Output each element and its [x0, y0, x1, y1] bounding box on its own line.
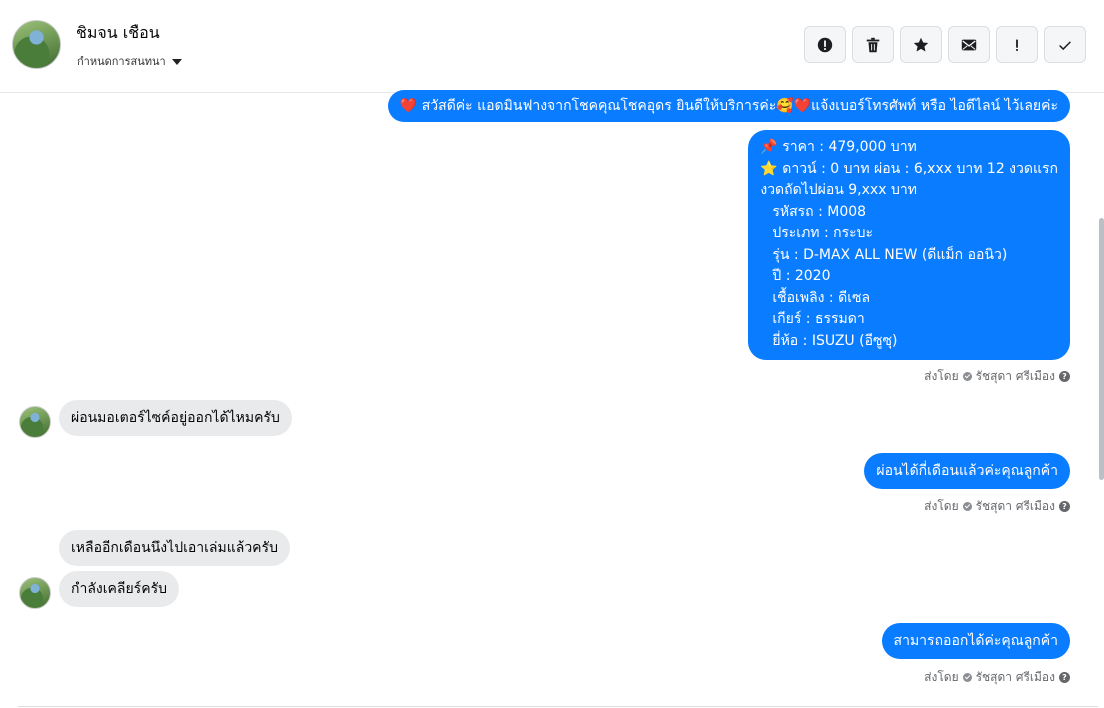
message-line: เชื้อเพลิง : ดีเซล: [772, 289, 871, 306]
exclamation-icon: [1016, 39, 1018, 51]
outgoing-message[interactable]: สามารถออกได้ค่ะคุณลูกค้า: [881, 623, 1070, 659]
message-line: 📌 ราคา : 479,000 บาท: [760, 139, 917, 155]
sent-by-prefix: ส่งโดย: [924, 670, 959, 684]
envelope-icon: [961, 39, 977, 50]
verified-icon: [962, 502, 972, 511]
conversation-header: ชิมจน เชือน กำหนดการสนทนา: [0, 0, 1104, 93]
incoming-message[interactable]: กำลังเคลียร์ครับ: [59, 571, 179, 607]
contact-avatar: [19, 577, 51, 609]
message-line: งวดถัดไปผ่อน 9,xxx บาท: [760, 182, 917, 198]
incoming-message[interactable]: ผ่อนมอเตอร์ไซค์อยู่ออกได้ไหมครับ: [59, 400, 292, 436]
mark-done-button[interactable]: [1044, 26, 1086, 63]
verified-icon: [962, 372, 972, 381]
outgoing-message[interactable]: ❤️ สวัสดีค่ะ แอดมินฟางจากโชคคุณโชคอุดร ย…: [387, 90, 1070, 122]
thread-scrollbar[interactable]: [1099, 218, 1104, 480]
alert-circle-icon: [817, 37, 833, 52]
mark-unread-button[interactable]: [948, 26, 990, 63]
trash-icon: [866, 37, 880, 52]
outgoing-message[interactable]: 📌 ราคา : 479,000 บาท ⭐ ดาวน์ : 0 บาท ผ่อ…: [748, 130, 1070, 360]
sent-by-prefix: ส่งโดย: [924, 499, 959, 513]
message-line: เกียร์ : ธรรมดา: [772, 311, 865, 327]
incoming-message[interactable]: เหลืออีกเดือนนึงไปเอาเล่มแล้วครับ: [59, 530, 290, 566]
help-icon[interactable]: ?: [1059, 672, 1070, 683]
composer-divider: [18, 706, 1098, 707]
delete-button[interactable]: [852, 26, 894, 63]
sent-by-label: ส่งโดย รัชสุดา ศรีเมือง ?: [924, 497, 1070, 516]
message-line: ยี่ห้อ : ISUZU (อีซูซุ): [772, 332, 898, 349]
contact-name[interactable]: ชิมจน เชือน: [76, 21, 160, 46]
contact-avatar: [19, 406, 51, 438]
action-toolbar: [804, 26, 1086, 63]
sent-by-prefix: ส่งโดย: [924, 369, 959, 383]
caret-down-icon: [171, 58, 182, 65]
sent-by-agent: รัชสุดา ศรีเมือง: [975, 499, 1055, 513]
sent-by-agent: รัชสุดา ศรีเมือง: [975, 369, 1055, 383]
sent-by-label: ส่งโดย รัชสุดา ศรีเมือง ?: [924, 367, 1070, 386]
help-icon[interactable]: ?: [1059, 501, 1070, 512]
follow-up-button[interactable]: [996, 26, 1038, 63]
conversation-settings-label: กำหนดการสนทนา: [77, 55, 166, 68]
message-line: ปี : 2020: [772, 268, 831, 284]
contact-avatar[interactable]: [12, 20, 61, 69]
sent-by-label: ส่งโดย รัชสุดา ศรีเมือง ?: [924, 668, 1070, 687]
message-line: ประเภท : กระบะ: [772, 225, 874, 241]
message-line: รหัสรถ : M008: [772, 203, 867, 220]
conversation-settings-dropdown[interactable]: กำหนดการสนทนา: [77, 52, 182, 70]
message-thread[interactable]: ❤️ สวัสดีค่ะ แอดมินฟางจากโชคคุณโชคอุดร ย…: [0, 90, 1104, 708]
message-line: ⭐ ดาวน์ : 0 บาท ผ่อน : 6,xxx บาท 12 งวดแ…: [760, 160, 1058, 177]
checkmark-icon: [1059, 40, 1071, 50]
star-button[interactable]: [900, 26, 942, 63]
spam-button[interactable]: [804, 26, 846, 63]
outgoing-message[interactable]: ผ่อนได้กี่เดือนแล้วค่ะคุณลูกค้า: [864, 453, 1070, 489]
sent-by-agent: รัชสุดา ศรีเมือง: [975, 670, 1055, 684]
star-icon: [913, 37, 929, 51]
help-icon[interactable]: ?: [1059, 371, 1070, 382]
message-line: รุ่น : D-MAX ALL NEW (ดีแม็ก ออนิว): [772, 246, 1008, 263]
verified-icon: [962, 673, 972, 682]
